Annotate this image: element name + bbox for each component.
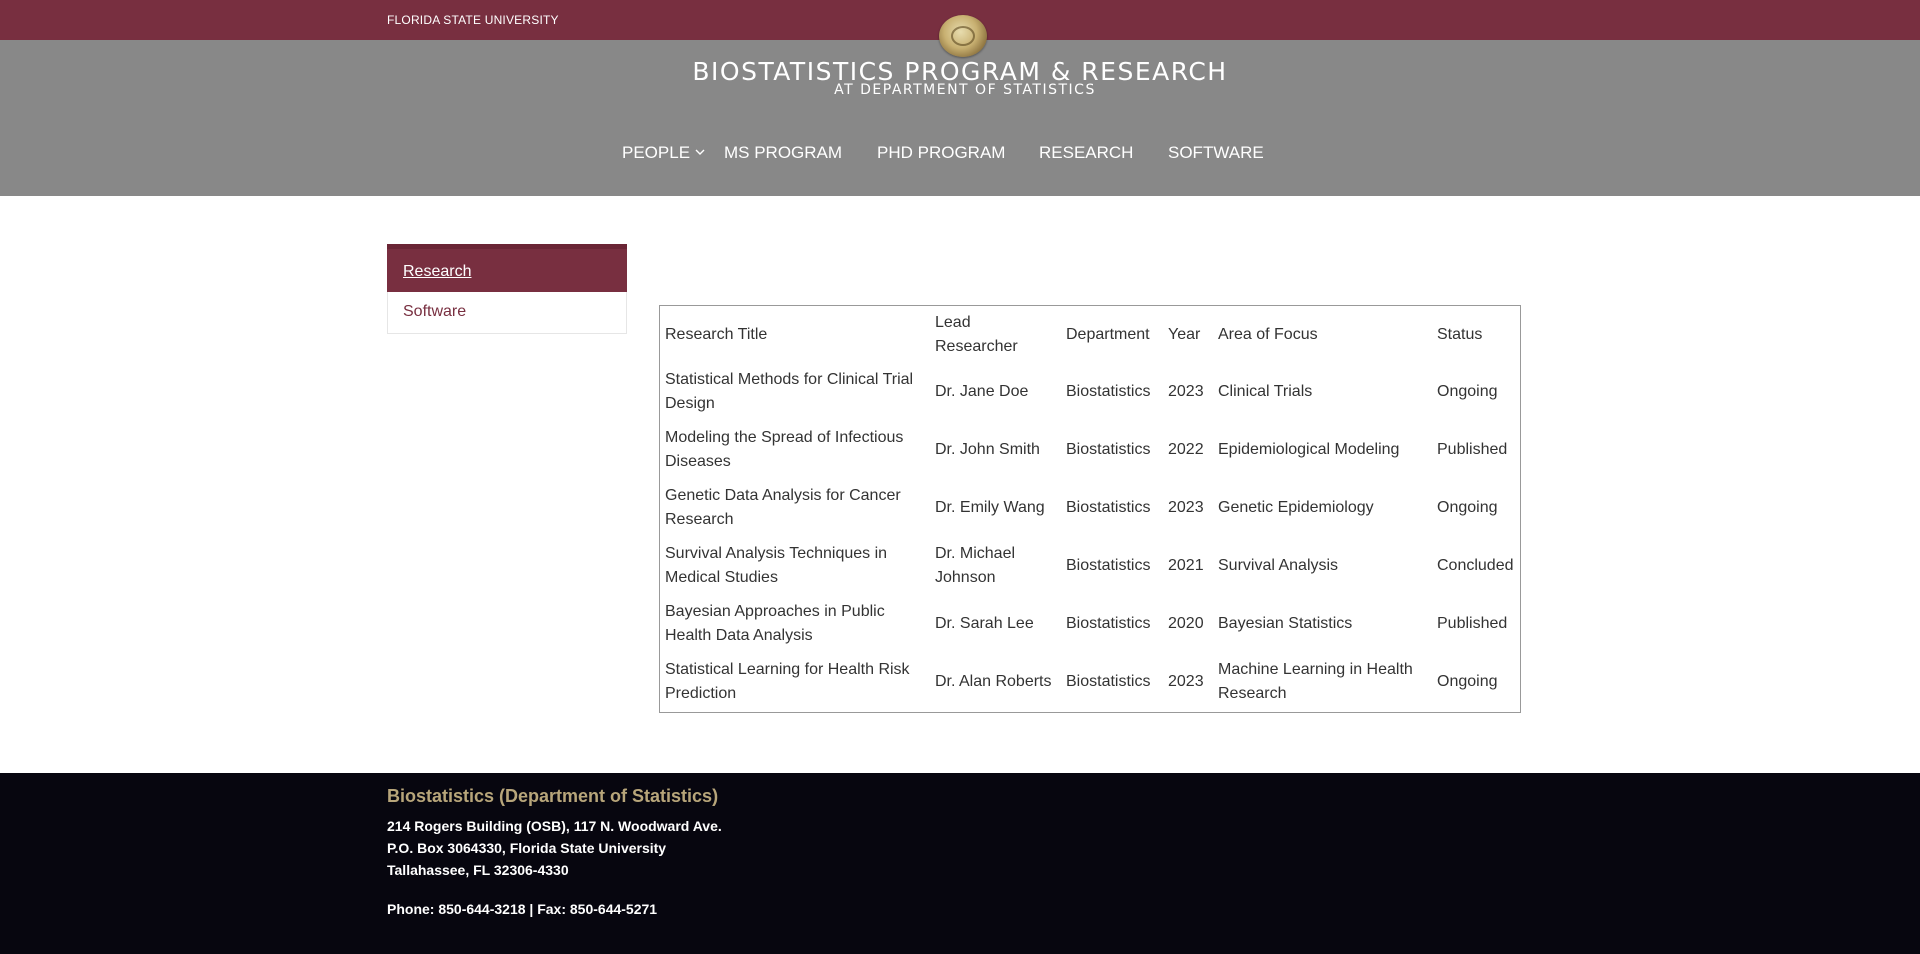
footer-title: Biostatistics (Department of Statistics) — [387, 786, 719, 806]
table-row: Statistical Methods for Clinical Trial D… — [660, 363, 1520, 421]
nav-item-research[interactable]: RESEARCH — [1039, 143, 1133, 163]
main-nav: PEOPLE MS PROGRAM PHD PROGRAM RESEARCH S… — [0, 143, 1920, 165]
sidebar-item-research[interactable]: Research — [387, 244, 627, 292]
footer-address-line2: P.O. Box 3064330, Florida State Universi… — [387, 840, 667, 856]
table-cell: Survival Analysis Techniques in Medical … — [665, 545, 888, 586]
site-footer: Biostatistics (Department of Statistics)… — [0, 773, 1920, 954]
table-cell: Dr. Alan Roberts — [935, 673, 1052, 690]
chevron-down-icon[interactable] — [694, 147, 706, 157]
table-cell: Biostatistics — [1066, 673, 1151, 690]
site-subtitle: AT DEPARTMENT OF STATISTICS — [834, 82, 1096, 98]
university-link[interactable]: FLORIDA STATE UNIVERSITY — [387, 13, 559, 27]
table-row: Survival Analysis Techniques in Medical … — [660, 537, 1520, 595]
table-cell: Dr. Michael Johnson — [935, 545, 1016, 586]
table-cell: Clinical Trials — [1218, 383, 1313, 400]
table-row: Modeling the Spread of Infectious Diseas… — [660, 421, 1520, 479]
table-cell: Statistical Methods for Clinical Trial D… — [665, 371, 914, 412]
table-cell: Epidemiological Modeling — [1218, 441, 1400, 458]
table-cell: Biostatistics — [1066, 615, 1151, 632]
table-cell: Ongoing — [1437, 673, 1498, 690]
table-cell: Statistical Learning for Health Risk Pre… — [665, 661, 910, 702]
table-header-cell: Department — [1066, 325, 1150, 343]
table-cell: 2020 — [1168, 615, 1204, 632]
sidebar-nav: Research Software — [387, 244, 627, 334]
table-cell: Published — [1437, 441, 1508, 458]
table-cell: 2021 — [1168, 557, 1204, 574]
table-header-cell: Status — [1437, 325, 1483, 343]
table-cell: Biostatistics — [1066, 499, 1151, 516]
table-cell: Survival Analysis — [1218, 557, 1339, 574]
table-cell: Biostatistics — [1066, 441, 1151, 458]
table-cell: 2023 — [1168, 499, 1204, 516]
table-header-cell: Area of Focus — [1218, 325, 1318, 343]
table-cell: Machine Learning in Health Research — [1218, 661, 1413, 702]
table-row: Bayesian Approaches in Public Health Dat… — [660, 595, 1520, 653]
table-cell: Concluded — [1437, 557, 1514, 574]
table-cell: Bayesian Approaches in Public Health Dat… — [665, 603, 885, 644]
table-cell: Ongoing — [1437, 383, 1498, 400]
table-cell: Ongoing — [1437, 499, 1498, 516]
nav-item-software[interactable]: SOFTWARE — [1168, 143, 1264, 163]
table-header-cell: Research Title — [665, 325, 768, 343]
table-cell: 2023 — [1168, 383, 1204, 400]
table-row: Statistical Learning for Health Risk Pre… — [660, 653, 1520, 711]
table-cell: Modeling the Spread of Infectious Diseas… — [665, 429, 904, 470]
table-cell: Genetic Epidemiology — [1218, 499, 1374, 516]
table-cell: 2022 — [1168, 441, 1204, 458]
table-header-cell: Year — [1168, 325, 1201, 343]
table-header-cell: Lead Researcher — [935, 313, 1018, 355]
table-cell: Genetic Data Analysis for Cancer Researc… — [665, 487, 901, 528]
footer-contact: Phone: 850-644-3218 | Fax: 850-644-5271 — [387, 901, 658, 917]
table-cell: 2023 — [1168, 673, 1204, 690]
table-header-row: Research Title Lead Researcher Departmen… — [660, 306, 1520, 363]
table-cell: Bayesian Statistics — [1218, 615, 1353, 632]
table-cell: Dr. Sarah Lee — [935, 615, 1034, 632]
table-row: Genetic Data Analysis for Cancer Researc… — [660, 479, 1520, 537]
table-cell: Biostatistics — [1066, 557, 1151, 574]
table-cell: Biostatistics — [1066, 383, 1151, 400]
table-cell: Dr. Jane Doe — [935, 383, 1029, 400]
nav-item-phd-program[interactable]: PHD PROGRAM — [877, 143, 1005, 163]
table-cell: Published — [1437, 615, 1508, 632]
research-table: Research Title Lead Researcher Departmen… — [659, 305, 1521, 713]
nav-item-people[interactable]: PEOPLE — [622, 143, 690, 163]
table-cell: Dr. Emily Wang — [935, 499, 1045, 516]
footer-address-line3: Tallahassee, FL 32306-4330 — [387, 862, 569, 878]
sidebar-item-software[interactable]: Software — [387, 292, 627, 334]
table-cell: Dr. John Smith — [935, 441, 1040, 458]
footer-address-line1: 214 Rogers Building (OSB), 117 N. Woodwa… — [387, 818, 722, 834]
nav-item-ms-program[interactable]: MS PROGRAM — [724, 143, 842, 163]
university-seal-icon[interactable] — [939, 15, 987, 57]
